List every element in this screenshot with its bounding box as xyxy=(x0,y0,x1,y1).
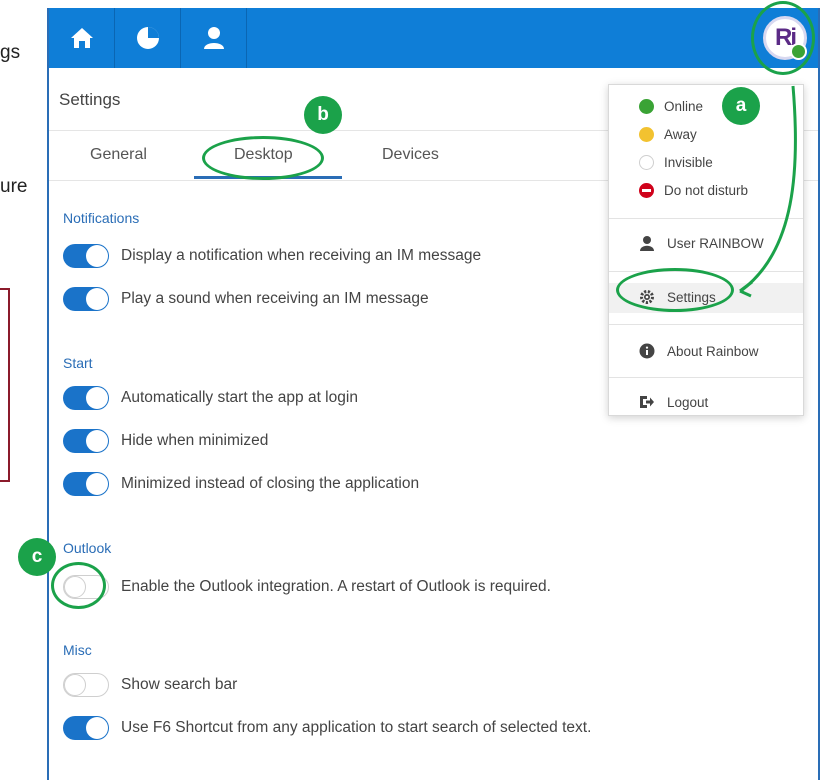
annotation-badge-a: a xyxy=(722,87,760,125)
section-title-outlook: Outlook xyxy=(63,540,112,556)
section-title-notifications: Notifications xyxy=(63,210,140,226)
annotation-badge-b: b xyxy=(304,96,342,134)
annotation-circle-outlook-toggle xyxy=(51,562,106,609)
contacts-button[interactable] xyxy=(181,8,247,68)
setting-row: Show search bar xyxy=(63,671,237,699)
status-away-icon xyxy=(639,127,654,142)
setting-label: Hide when minimized xyxy=(121,432,269,449)
menu-item-dnd[interactable]: Do not disturb xyxy=(639,183,748,198)
setting-label: Enable the Outlook integration. A restar… xyxy=(121,578,551,595)
setting-label: Minimized instead of closing the applica… xyxy=(121,475,420,492)
user-icon xyxy=(203,27,224,49)
menu-item-logout[interactable]: Logout xyxy=(639,394,708,410)
setting-row: Enable the Outlook integration. A restar… xyxy=(63,573,551,601)
status-dnd-icon xyxy=(639,183,654,198)
user-icon xyxy=(639,235,655,251)
toggle-im-notification[interactable] xyxy=(63,244,109,268)
rainbow-app-window: Ri Settings General Desktop Devices Noti… xyxy=(47,8,820,780)
menu-item-user[interactable]: User RAINBOW xyxy=(639,235,764,251)
menu-divider xyxy=(609,324,803,325)
menu-item-label: Online xyxy=(664,99,704,114)
tab-devices[interactable]: Devices xyxy=(382,146,439,164)
setting-row: Display a notification when receiving an… xyxy=(63,242,481,270)
menu-item-away[interactable]: Away xyxy=(639,127,697,142)
section-title-start: Start xyxy=(63,355,93,371)
annotation-circle-avatar xyxy=(751,1,815,75)
menu-item-label: Logout xyxy=(667,394,709,410)
annotation-badge-c: c xyxy=(18,538,56,576)
setting-label: Display a notification when receiving an… xyxy=(121,247,482,264)
info-icon xyxy=(639,343,655,359)
toggle-knob xyxy=(64,674,86,696)
menu-item-label: User RAINBOW xyxy=(667,235,764,251)
setting-label: Show search bar xyxy=(121,676,238,693)
setting-row: Automatically start the app at login xyxy=(63,384,358,412)
menu-divider xyxy=(609,218,803,219)
logout-icon xyxy=(639,394,655,410)
setting-label: Play a sound when receiving an IM messag… xyxy=(121,290,429,307)
recent-button[interactable] xyxy=(115,8,181,68)
toggle-knob xyxy=(86,717,108,739)
user-dropdown-menu: Online Away Invisible Do not disturb Use… xyxy=(608,84,804,416)
bg-text-fragment-1: gs xyxy=(0,42,21,63)
toggle-hide-minimized[interactable] xyxy=(63,429,109,453)
home-button[interactable] xyxy=(49,8,115,68)
toggle-knob xyxy=(86,473,108,495)
setting-label: Automatically start the app at login xyxy=(121,389,358,406)
home-icon xyxy=(70,28,93,48)
menu-item-invisible[interactable]: Invisible xyxy=(639,155,713,170)
toggle-start-at-login[interactable] xyxy=(63,386,109,410)
toggle-knob xyxy=(86,387,108,409)
tab-general[interactable]: General xyxy=(90,146,147,164)
menu-item-label: Invisible xyxy=(664,155,713,170)
bg-text-fragment-2: ure xyxy=(0,176,28,197)
toggle-knob xyxy=(86,430,108,452)
status-invisible-icon xyxy=(639,155,654,170)
setting-row: Minimized instead of closing the applica… xyxy=(63,470,419,498)
top-navigation-bar: Ri xyxy=(49,8,818,68)
page-title: Settings xyxy=(59,90,121,109)
setting-row: Use F6 Shortcut from any application to … xyxy=(63,714,591,742)
toggle-knob xyxy=(86,245,108,267)
annotation-circle-desktop-tab xyxy=(202,136,324,180)
toggle-knob xyxy=(86,288,108,310)
section-title-misc: Misc xyxy=(63,642,92,658)
bg-red-frame xyxy=(0,288,10,482)
clock-icon xyxy=(136,27,159,49)
menu-item-label: About Rainbow xyxy=(667,343,759,359)
toggle-minimize-instead-close[interactable] xyxy=(63,472,109,496)
setting-row: Play a sound when receiving an IM messag… xyxy=(63,285,429,313)
status-online-icon xyxy=(639,99,654,114)
toggle-search-bar[interactable] xyxy=(63,673,109,697)
toggle-f6-shortcut[interactable] xyxy=(63,716,109,740)
annotation-circle-settings-item xyxy=(616,268,734,312)
setting-row: Hide when minimized xyxy=(63,427,268,455)
menu-item-about[interactable]: About Rainbow xyxy=(639,343,759,359)
menu-item-label: Away xyxy=(664,127,697,142)
menu-item-label: Do not disturb xyxy=(664,183,749,198)
menu-item-online[interactable]: Online xyxy=(639,99,703,114)
menu-divider xyxy=(609,377,803,378)
toggle-im-sound[interactable] xyxy=(63,287,109,311)
setting-label: Use F6 Shortcut from any application to … xyxy=(121,719,592,736)
